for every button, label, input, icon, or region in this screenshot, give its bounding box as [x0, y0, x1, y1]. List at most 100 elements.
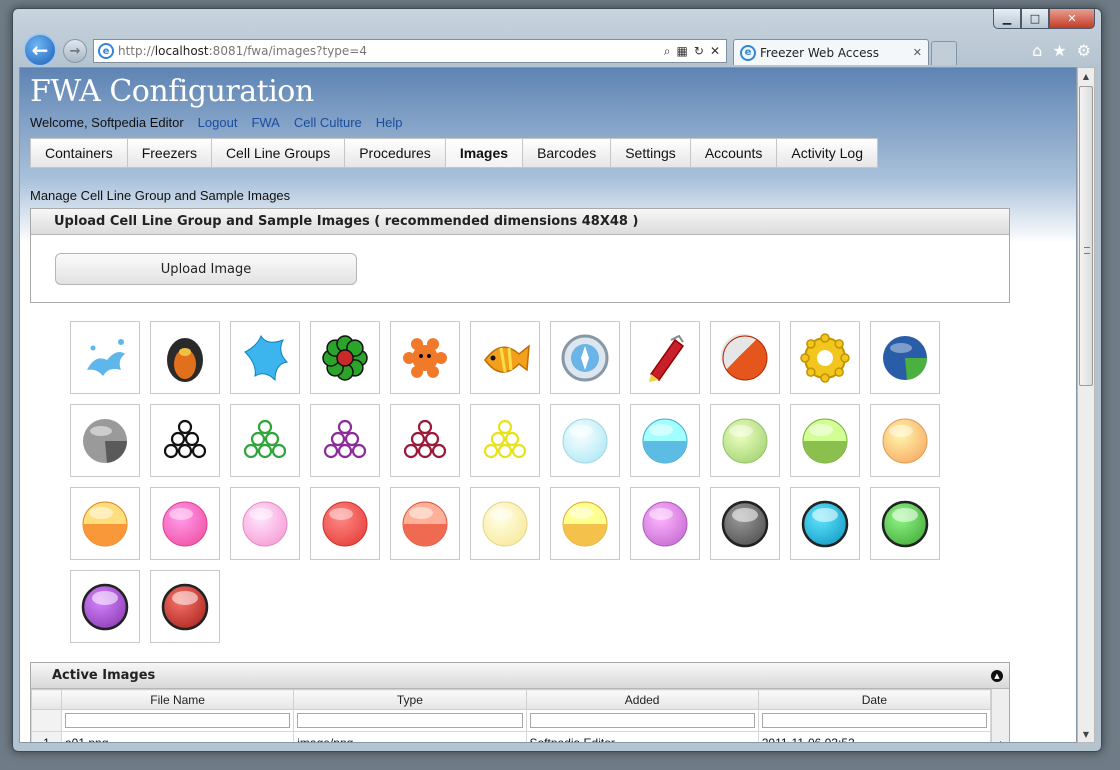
image-tile[interactable]	[150, 321, 220, 394]
active-images-panel: Active Images ▲ File Name Type Added Dat…	[30, 662, 1010, 743]
image-tile[interactable]	[230, 487, 300, 560]
tab-barcodes[interactable]: Barcodes	[522, 138, 612, 168]
image-tile[interactable]	[550, 321, 620, 394]
image-tile[interactable]	[710, 321, 780, 394]
forward-arrow-icon[interactable]: →	[63, 39, 87, 63]
image-tile[interactable]	[310, 321, 380, 394]
type-filter[interactable]	[297, 713, 523, 728]
image-tile[interactable]	[550, 487, 620, 560]
image-tile[interactable]	[150, 404, 220, 477]
home-icon[interactable]: ⌂	[1032, 41, 1042, 60]
orb-icon	[801, 500, 849, 547]
tab-images[interactable]: Images	[444, 138, 524, 168]
image-tile[interactable]	[470, 321, 540, 394]
tab-cell-line-groups[interactable]: Cell Line Groups	[210, 138, 346, 168]
image-tile[interactable]	[470, 487, 540, 560]
tab-settings[interactable]: Settings	[610, 138, 691, 168]
tab-title: Freezer Web Access	[760, 45, 879, 60]
penguin-icon	[167, 337, 203, 382]
image-tile[interactable]	[790, 404, 860, 477]
table-scrollbar[interactable]: ▲	[991, 689, 1009, 743]
column-header-type[interactable]: Type	[293, 689, 527, 710]
cell-culture-link[interactable]: Cell Culture	[294, 115, 362, 130]
triangle-icon	[403, 419, 447, 458]
image-tile[interactable]	[390, 404, 460, 477]
image-tile[interactable]	[710, 404, 780, 477]
maximize-button[interactable]: □	[1021, 9, 1049, 29]
row-number: 1	[31, 731, 62, 742]
search-icon[interactable]: ⌕	[664, 44, 671, 59]
image-tile[interactable]	[390, 321, 460, 394]
image-tile[interactable]	[630, 487, 700, 560]
new-tab-button[interactable]	[931, 41, 957, 65]
image-tile[interactable]	[870, 404, 940, 477]
page-scrollbar[interactable]: ▲ ▼	[1077, 67, 1095, 743]
tab-freezers[interactable]: Freezers	[126, 138, 212, 168]
fwa-link[interactable]: FWA	[251, 115, 279, 130]
scroll-up-icon[interactable]: ▲	[1078, 68, 1094, 84]
upload-image-button[interactable]: Upload Image	[55, 253, 357, 285]
image-tile[interactable]	[310, 487, 380, 560]
stop-icon[interactable]: ✕	[710, 44, 720, 59]
image-tile[interactable]	[470, 404, 540, 477]
address-bar[interactable]: e http://localhost:8081/fwa/images?type=…	[93, 39, 727, 63]
image-tile[interactable]	[230, 321, 300, 394]
circle-half-icon	[562, 501, 608, 546]
file-name-filter[interactable]	[65, 713, 291, 728]
image-tile[interactable]	[630, 321, 700, 394]
image-tile[interactable]	[870, 487, 940, 560]
tab-accounts[interactable]: Accounts	[689, 138, 778, 168]
image-tile[interactable]	[70, 321, 140, 394]
upload-panel: Upload Cell Line Group and Sample Images…	[30, 208, 1010, 303]
table-row[interactable]: 1 a01.png image/png Softpedia Editor 201…	[31, 731, 992, 742]
tab-containers[interactable]: Containers	[30, 138, 128, 168]
image-tile[interactable]	[710, 487, 780, 560]
gear-icon[interactable]: ⚙	[1077, 41, 1091, 60]
image-tile[interactable]	[630, 404, 700, 477]
address-url[interactable]: http://localhost:8081/fwa/images?type=4	[118, 44, 664, 58]
collapse-icon[interactable]: ▲	[991, 670, 1003, 682]
minimize-button[interactable]: ▁	[993, 9, 1021, 29]
tab-activity-log[interactable]: Activity Log	[776, 138, 878, 168]
image-tile[interactable]	[230, 404, 300, 477]
page-title: FWA Configuration	[30, 74, 314, 109]
scroll-up-icon[interactable]: ▲	[992, 735, 1009, 743]
tab-close-icon[interactable]: ✕	[913, 46, 922, 59]
image-tile[interactable]	[70, 487, 140, 560]
browser-tab[interactable]: e Freezer Web Access ✕	[733, 39, 929, 65]
added-filter[interactable]	[529, 713, 755, 728]
tab-procedures[interactable]: Procedures	[344, 138, 446, 168]
column-header-file-name[interactable]: File Name	[60, 689, 295, 710]
triangle-icon	[323, 419, 367, 458]
image-tile[interactable]	[70, 570, 140, 643]
fish-icon	[484, 343, 530, 373]
help-link[interactable]: Help	[376, 115, 403, 130]
type-cell: image/png	[293, 731, 527, 742]
compat-view-icon[interactable]: ▦	[677, 44, 688, 59]
column-header-added[interactable]: Added	[525, 689, 759, 710]
close-button[interactable]: ✕	[1049, 9, 1095, 29]
image-tile[interactable]	[790, 487, 860, 560]
filter-cell	[293, 709, 527, 732]
date-cell: 2011-11-06 03:52	[757, 731, 992, 742]
column-header-date[interactable]: Date	[757, 689, 992, 710]
refresh-icon[interactable]: ↻	[694, 44, 704, 59]
orb-icon	[881, 500, 929, 547]
image-tile[interactable]	[150, 570, 220, 643]
flower-icon	[322, 334, 368, 381]
scroll-down-icon[interactable]: ▼	[1078, 726, 1094, 742]
image-tile[interactable]	[310, 404, 380, 477]
image-tile[interactable]	[790, 321, 860, 394]
logout-link[interactable]: Logout	[198, 115, 238, 130]
scroll-grip	[1084, 247, 1090, 254]
image-tile[interactable]	[870, 321, 940, 394]
image-tile[interactable]	[550, 404, 620, 477]
back-arrow-icon[interactable]: ←	[23, 33, 57, 67]
image-tile[interactable]	[70, 404, 140, 477]
splat-icon	[244, 334, 289, 381]
image-tile[interactable]	[150, 487, 220, 560]
image-tile[interactable]	[390, 487, 460, 560]
scroll-thumb[interactable]	[1079, 86, 1093, 386]
date-filter[interactable]	[761, 713, 987, 728]
favorites-star-icon[interactable]: ★	[1052, 41, 1066, 60]
